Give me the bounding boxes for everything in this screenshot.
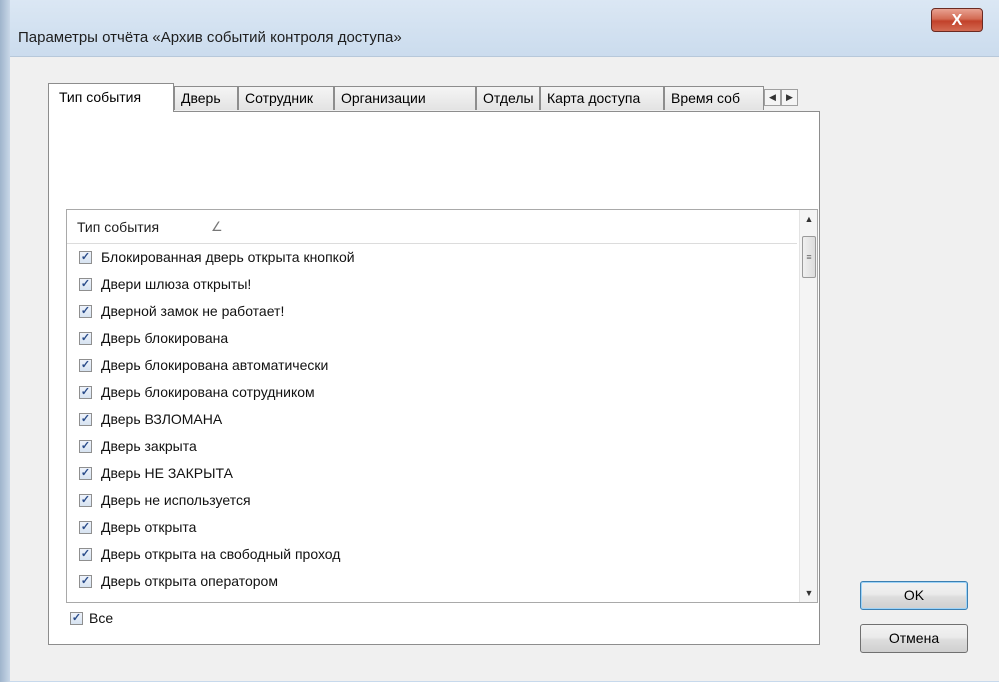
tab-label: Организации [341, 90, 426, 106]
tab-door[interactable]: Дверь [174, 86, 238, 110]
tab-event-type[interactable]: Тип события [48, 83, 174, 112]
dialog-window: Параметры отчёта «Архив событий контроля… [10, 0, 999, 682]
tab-event-time[interactable]: Время соб [664, 86, 764, 110]
list-scrollbar[interactable]: ▲ ≡ ▼ [799, 210, 817, 602]
scroll-up-icon[interactable]: ▲ [800, 210, 817, 228]
list-item-label: Блокированная дверь открыта кнопкой [101, 249, 355, 265]
checkbox[interactable]: ✓ [79, 386, 92, 399]
checkbox[interactable]: ✓ [79, 251, 92, 264]
tab-scroll-right-icon[interactable]: ▶ [781, 89, 798, 106]
close-button[interactable]: X [931, 8, 983, 32]
checkbox[interactable]: ✓ [79, 413, 92, 426]
tab-departments[interactable]: Отделы [476, 86, 540, 110]
scroll-down-icon[interactable]: ▼ [800, 584, 817, 602]
tab-label: Карта доступа [547, 90, 641, 106]
tab-label: Тип события [59, 89, 142, 105]
list-item[interactable]: ✓ Дверь НЕ ЗАКРЫТА [67, 461, 797, 488]
list-item[interactable]: ✓ Блокированная дверь открыта кнопкой [67, 245, 797, 272]
checkbox[interactable]: ✓ [79, 332, 92, 345]
ok-button[interactable]: OK [860, 581, 968, 610]
tab-scroll-left-icon[interactable]: ◀ [764, 89, 781, 106]
event-type-list: Тип события ∠ ✓ Блокированная дверь откры… [66, 209, 818, 603]
tab-label: Сотрудник [245, 90, 314, 106]
checkbox[interactable]: ✓ [79, 359, 92, 372]
dialog-client-area: Тип события Дверь Сотрудник Организации … [10, 56, 999, 681]
list-item-label: Дверь ВЗЛОМАНА [101, 411, 223, 427]
list-column-header[interactable]: Тип события ∠ [67, 210, 797, 244]
list-item[interactable]: ✓ Дверной замок не работает! [67, 299, 797, 326]
list-item-label: Дверь блокирована [101, 330, 229, 346]
list-item-label: Дверь НЕ ЗАКРЫТА [101, 465, 233, 481]
scrollbar-thumb[interactable]: ≡ [802, 236, 816, 278]
list-item[interactable]: ✓ Дверь открыта [67, 515, 797, 542]
list-item-label: Дверь открыта оператором [101, 573, 278, 589]
tab-scroll-buttons: ◀ ▶ [764, 89, 800, 107]
window-title: Параметры отчёта «Архив событий контроля… [18, 29, 402, 46]
list-item-label: Дверь открыта [101, 519, 197, 535]
checkbox[interactable]: ✓ [79, 575, 92, 588]
tab-employee[interactable]: Сотрудник [238, 86, 334, 110]
list-item-label: Дверь не используется [101, 492, 251, 508]
select-all-label: Все [89, 610, 114, 626]
list-item[interactable]: ✓ Дверь закрыта [67, 434, 797, 461]
tab-label: Отделы [483, 90, 534, 106]
tab-label: Дверь [181, 90, 221, 106]
checkbox[interactable]: ✓ [79, 467, 92, 480]
checkbox[interactable]: ✓ [79, 521, 92, 534]
checkbox[interactable]: ✓ [79, 305, 92, 318]
sort-icon: ∠ [211, 219, 223, 234]
cancel-button[interactable]: Отмена [860, 624, 968, 653]
tab-label: Время соб [671, 90, 740, 106]
tab-organizations[interactable]: Организации [334, 86, 476, 110]
list-item-label: Двери шлюза открыты! [101, 276, 252, 292]
list-item[interactable]: ✓ Дверь блокирована автоматически [67, 353, 797, 380]
checkbox[interactable]: ✓ [79, 548, 92, 561]
list-item[interactable]: ✓ Дверь не используется [67, 488, 797, 515]
list-item[interactable]: ✓ Дверь блокирована [67, 326, 797, 353]
list-rows: ✓ Блокированная дверь открыта кнопкой ✓ Дв… [67, 245, 797, 596]
checkbox[interactable]: ✓ [79, 278, 92, 291]
list-item[interactable]: ✓ Дверь блокирована сотрудником [67, 380, 797, 407]
list-item[interactable]: ✓ Дверь открыта оператором [67, 569, 797, 596]
list-item-label: Дверной замок не работает! [101, 303, 285, 319]
list-item[interactable]: ✓ Двери шлюза открыты! [67, 272, 797, 299]
list-item-label: Дверь открыта на свободный проход [101, 546, 341, 562]
list-item[interactable]: ✓ Дверь открыта на свободный проход [67, 542, 797, 569]
background-window-edge [0, 0, 10, 682]
checkbox[interactable]: ✓ [79, 494, 92, 507]
tab-access-card[interactable]: Карта доступа [540, 86, 664, 110]
column-header-label: Тип события [77, 219, 160, 235]
select-all-checkbox[interactable]: ✓ [70, 612, 83, 625]
list-item-label: Дверь блокирована автоматически [101, 357, 329, 373]
close-icon: X [951, 12, 963, 29]
list-item-label: Дверь блокирована сотрудником [101, 384, 315, 400]
list-item[interactable]: ✓ Дверь ВЗЛОМАНА [67, 407, 797, 434]
checkbox[interactable]: ✓ [79, 440, 92, 453]
list-item-label: Дверь закрыта [101, 438, 197, 454]
